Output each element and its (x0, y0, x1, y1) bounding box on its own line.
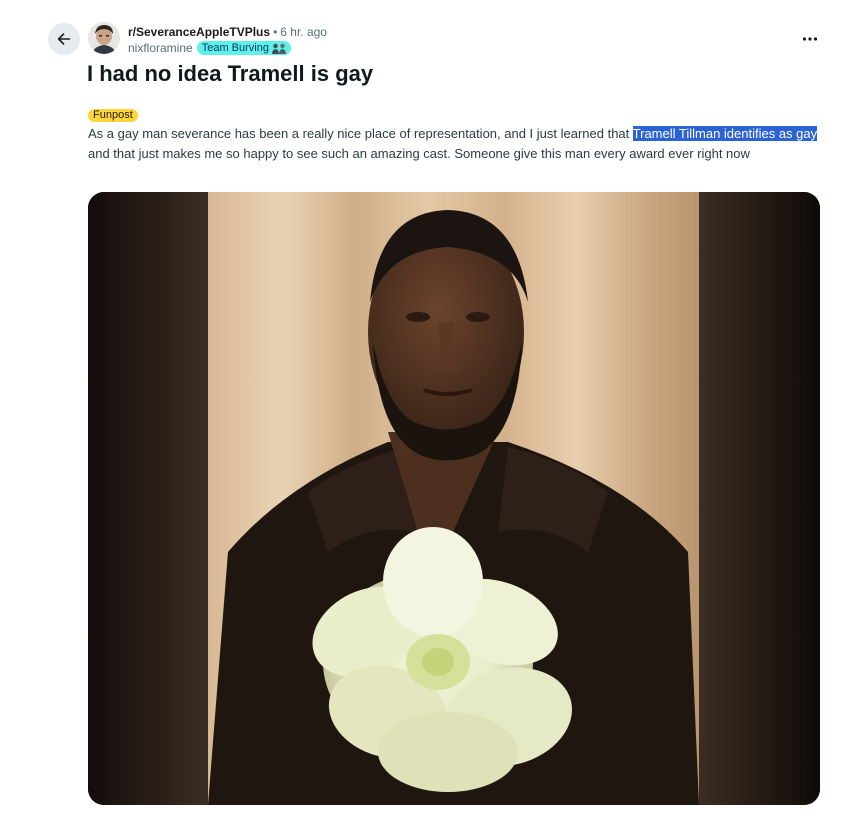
post-time: 6 hr. ago (280, 25, 327, 39)
user-flair: Team Burving (196, 41, 291, 55)
overflow-menu-button[interactable] (796, 27, 824, 51)
post-page: r/SeveranceAppleTVPlus • 6 hr. ago nixfl… (0, 0, 842, 826)
post-body: As a gay man severance has been a really… (88, 124, 824, 164)
arrow-left-icon (57, 33, 71, 45)
portrait-photo (88, 192, 820, 805)
couple-emoji-icon (271, 43, 286, 54)
selected-text: Tramell Tillman identifies as gay (632, 126, 818, 141)
post-image[interactable] (88, 192, 820, 805)
body-text-before: As a gay man severance has been a really… (88, 126, 633, 141)
post-title: I had no idea Tramell is gay (87, 61, 374, 86)
user-flair-label: Team Burving (201, 42, 269, 54)
subreddit-link[interactable]: r/SeveranceAppleTVPlus (128, 24, 270, 40)
author-link[interactable]: nixfloramine (128, 40, 193, 56)
body-text-after: and that just makes me so happy to see s… (88, 146, 750, 161)
meta-separator: • (273, 25, 278, 39)
back-button[interactable] (48, 23, 80, 55)
subreddit-avatar[interactable] (88, 22, 120, 54)
post-flair[interactable]: Funpost (88, 109, 138, 122)
post-meta: r/SeveranceAppleTVPlus • 6 hr. ago nixfl… (128, 24, 327, 56)
more-horizontal-icon (802, 37, 818, 41)
